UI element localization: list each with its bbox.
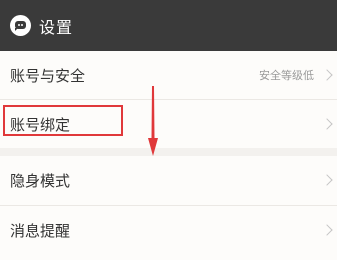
settings-item-account-security[interactable]: 账号与安全 安全等级低 bbox=[0, 51, 337, 99]
title-bar: 设置 bbox=[0, 0, 337, 51]
highlight-box bbox=[3, 105, 123, 136]
settings-section-privacy: 隐身模式 消息提醒 bbox=[0, 156, 337, 260]
down-arrow-icon bbox=[148, 86, 158, 156]
settings-item-label: 消息提醒 bbox=[10, 221, 71, 240]
chevron-right-icon bbox=[321, 118, 333, 130]
chevron-right-icon bbox=[321, 69, 333, 81]
chevron-right-icon bbox=[321, 174, 333, 186]
settings-item-label: 隐身模式 bbox=[10, 171, 71, 190]
security-level-value: 安全等级低 bbox=[259, 69, 314, 82]
settings-item-invisible-mode[interactable]: 隐身模式 bbox=[0, 156, 337, 204]
chat-bubble-icon bbox=[10, 15, 31, 36]
page-title: 设置 bbox=[39, 17, 74, 37]
settings-item-label: 账号与安全 bbox=[10, 66, 86, 85]
settings-item-message-reminder[interactable]: 消息提醒 bbox=[0, 206, 337, 254]
chevron-right-icon bbox=[321, 224, 333, 236]
